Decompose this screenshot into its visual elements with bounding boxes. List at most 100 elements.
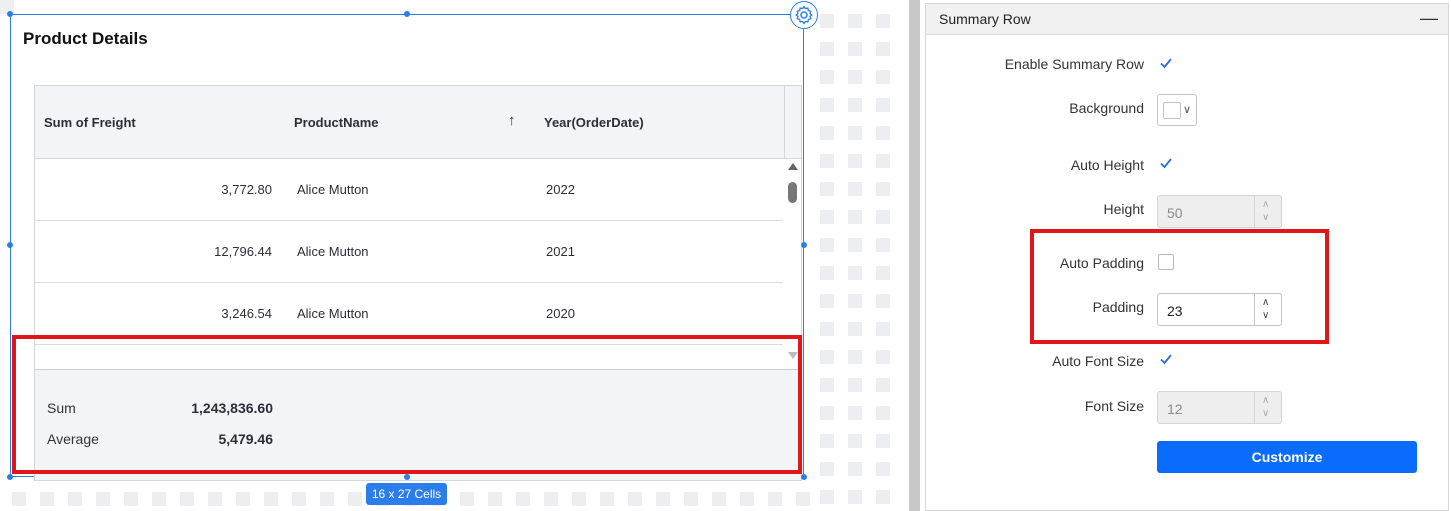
panel-header[interactable]: Summary Row — (926, 4, 1448, 35)
scroll-up-arrow-icon[interactable] (788, 163, 798, 170)
resize-handle-bottom-left[interactable] (7, 474, 13, 480)
canvas-dot (848, 210, 862, 224)
table-row[interactable]: 3,246.54 Alice Mutton 2020 (35, 283, 783, 345)
chevron-up-icon[interactable]: ∧ (1262, 200, 1269, 210)
canvas-dot (768, 492, 782, 506)
auto-height-checkbox[interactable] (1158, 155, 1174, 171)
font-size-label: Font Size (1084, 398, 1144, 414)
enable-summary-row-checkbox[interactable] (1158, 55, 1174, 71)
chevron-up-icon[interactable]: ∧ (1262, 396, 1269, 406)
grid-header: Sum of Freight ProductName ↑ Year(OrderD… (35, 86, 801, 159)
canvas-dot (848, 238, 862, 252)
canvas-dot (292, 492, 306, 506)
cell-productname: Alice Mutton (297, 306, 369, 321)
canvas-dot (876, 210, 890, 224)
canvas-dot (876, 14, 890, 28)
summary-row: Sum 1,243,836.60 Average 5,479.46 (35, 369, 801, 480)
summary-average-value: 5,479.46 (218, 431, 274, 447)
background-color-picker[interactable]: ∨ (1157, 94, 1197, 126)
resize-handle-left[interactable] (7, 242, 13, 248)
canvas-dot (848, 70, 862, 84)
background-label: Background (1069, 100, 1144, 116)
color-swatch (1163, 102, 1181, 119)
customize-button[interactable]: Customize (1157, 441, 1417, 473)
cell-productname: Alice Mutton (297, 182, 369, 197)
checkmark-icon (1160, 354, 1172, 365)
auto-font-size-checkbox[interactable] (1158, 351, 1174, 367)
height-spinner[interactable]: ∧ ∨ (1254, 196, 1281, 227)
vertical-scrollbar[interactable] (785, 160, 801, 363)
canvas-dot (876, 378, 890, 392)
canvas-dot (848, 406, 862, 420)
canvas-dot (208, 492, 222, 506)
table-row[interactable]: 3,772.80 Alice Mutton 2022 (35, 159, 783, 221)
widget-title: Product Details (23, 29, 148, 48)
canvas-dot (820, 434, 834, 448)
sort-ascending-icon[interactable]: ↑ (508, 112, 516, 129)
cells-size-badge: 16 x 27 Cells (366, 483, 447, 505)
resize-handle-top-left[interactable] (7, 11, 13, 17)
column-header-sum-of-freight[interactable]: Sum of Freight (44, 115, 136, 130)
height-input[interactable]: 50 ∧ ∨ (1157, 195, 1282, 228)
scroll-down-arrow-icon[interactable] (788, 352, 798, 359)
canvas-dot (876, 182, 890, 196)
canvas-dot (876, 322, 890, 336)
canvas-dot (516, 492, 530, 506)
chevron-down-icon[interactable]: ∨ (1262, 213, 1269, 223)
summary-sum-label: Sum (47, 400, 76, 416)
cell-freight: 12,796.44 (214, 244, 272, 259)
font-size-spinner[interactable]: ∧ ∨ (1254, 392, 1281, 423)
canvas-dot (348, 492, 362, 506)
canvas-dot (876, 126, 890, 140)
chevron-up-icon[interactable]: ∧ (1262, 298, 1269, 308)
canvas-dot (820, 42, 834, 56)
table-row[interactable]: 12,796.44 Alice Mutton 2021 (35, 221, 783, 283)
auto-height-label: Auto Height (1070, 157, 1144, 173)
resize-handle-bottom-right[interactable] (801, 474, 807, 480)
panel-splitter[interactable] (909, 0, 920, 511)
summary-average-label: Average (47, 431, 99, 447)
properties-panel: Summary Row — Enable Summary Row Backgro… (925, 3, 1449, 511)
canvas-dot (848, 490, 862, 504)
designer-canvas: Product Details Sum of Freight ProductNa… (0, 0, 908, 511)
auto-padding-checkbox[interactable] (1158, 254, 1174, 270)
chevron-down-icon[interactable]: ∨ (1262, 311, 1269, 321)
canvas-dot (848, 42, 862, 56)
canvas-dot (820, 182, 834, 196)
resize-handle-right[interactable] (801, 242, 807, 248)
cell-freight: 3,772.80 (221, 182, 272, 197)
canvas-dot (848, 98, 862, 112)
data-grid: Sum of Freight ProductName ↑ Year(OrderD… (34, 85, 802, 481)
padding-input[interactable]: 23 ∧ ∨ (1157, 293, 1282, 326)
canvas-dot (876, 70, 890, 84)
column-header-year[interactable]: Year(OrderDate) (544, 115, 644, 130)
canvas-dot (848, 322, 862, 336)
canvas-dot (180, 492, 194, 506)
collapse-icon[interactable]: — (1420, 8, 1438, 29)
canvas-dot (12, 492, 26, 506)
auto-font-size-label: Auto Font Size (1052, 353, 1144, 369)
canvas-dot (600, 492, 614, 506)
scrollbar-thumb[interactable] (788, 182, 797, 203)
canvas-dot (544, 492, 558, 506)
grid-widget[interactable]: Product Details Sum of Freight ProductNa… (10, 14, 804, 481)
canvas-dot (40, 492, 54, 506)
canvas-dot (848, 14, 862, 28)
column-header-productname[interactable]: ProductName (294, 115, 379, 130)
canvas-dot (848, 126, 862, 140)
canvas-dot (820, 378, 834, 392)
canvas-dot (264, 492, 278, 506)
enable-summary-row-label: Enable Summary Row (1004, 56, 1144, 72)
canvas-dot (876, 154, 890, 168)
chevron-down-icon[interactable]: ∨ (1262, 409, 1269, 419)
gear-icon[interactable] (790, 1, 818, 29)
canvas-dot (876, 406, 890, 420)
canvas-dot (820, 238, 834, 252)
font-size-input[interactable]: 12 ∧ ∨ (1157, 391, 1282, 424)
padding-spinner[interactable]: ∧ ∨ (1254, 294, 1281, 325)
resize-handle-bottom[interactable] (404, 474, 410, 480)
canvas-dot (820, 350, 834, 364)
canvas-dot (820, 490, 834, 504)
checkmark-icon (1160, 58, 1172, 69)
resize-handle-top[interactable] (404, 11, 410, 17)
